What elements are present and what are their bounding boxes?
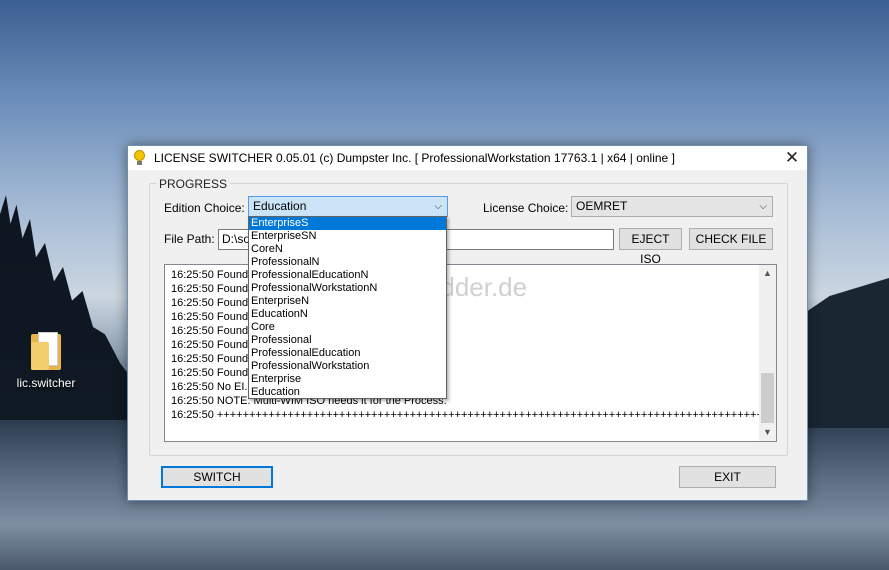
dropdown-option[interactable]: ProfessionalEducationN	[249, 269, 446, 282]
eject-iso-button[interactable]: EJECT ISO	[619, 228, 682, 266]
dropdown-option[interactable]: ProfessionalEducation	[249, 347, 446, 360]
exit-label: EXIT	[714, 470, 741, 484]
scroll-up-icon[interactable]: ▲	[759, 265, 776, 282]
desktop-icon-label: lic.switcher	[16, 376, 76, 390]
log-line: 16:25:50 +++++++++++++++++++++++++++++++…	[171, 409, 763, 421]
edition-choice-value: Education	[253, 199, 307, 213]
dropdown-option[interactable]: ProfessionalWorkstation	[249, 360, 446, 373]
chevron-down-icon: ⌵	[434, 201, 442, 212]
folder-icon	[31, 332, 61, 370]
check-file-label: CHECK FILE	[695, 232, 767, 246]
scroll-thumb[interactable]	[761, 373, 774, 423]
license-choice-value: OEMRET	[576, 199, 628, 213]
log-scrollbar[interactable]: ▲ ▼	[759, 265, 776, 441]
file-path-label: File Path:	[164, 232, 215, 246]
dropdown-option[interactable]: ProfessionalN	[249, 256, 446, 269]
app-lightbulb-icon	[134, 150, 146, 166]
dropdown-option[interactable]: EnterpriseN	[249, 295, 446, 308]
file-path-value: D:\so	[222, 232, 251, 246]
dropdown-option[interactable]: EducationN	[249, 308, 446, 321]
switch-label: SWITCH	[193, 470, 241, 484]
dropdown-option[interactable]: Enterprise	[249, 373, 446, 386]
progress-group-label: PROGRESS	[156, 177, 231, 191]
title-bar[interactable]: LICENSE SWITCHER 0.05.01 (c) Dumpster In…	[128, 146, 807, 170]
chevron-down-icon: ⌵	[759, 201, 767, 212]
desktop-icon-lic-switcher[interactable]: lic.switcher	[12, 332, 80, 390]
check-file-button[interactable]: CHECK FILE	[689, 228, 773, 250]
license-switcher-window: LICENSE SWITCHER 0.05.01 (c) Dumpster In…	[127, 145, 808, 501]
dropdown-option[interactable]: ProfessionalWorkstationN	[249, 282, 446, 295]
dropdown-option[interactable]: Professional	[249, 334, 446, 347]
dropdown-option[interactable]: CoreN	[249, 243, 446, 256]
license-choice-label: License Choice:	[483, 201, 569, 215]
scroll-down-icon[interactable]: ▼	[759, 424, 776, 441]
dropdown-option[interactable]: Core	[249, 321, 446, 334]
edition-choice-combobox[interactable]: Education ⌵	[248, 196, 448, 217]
edition-choice-dropdown-list[interactable]: EnterpriseS EnterpriseSN CoreN Professional…	[248, 216, 447, 399]
dropdown-option[interactable]: EnterpriseS	[249, 217, 446, 230]
close-button[interactable]: ✕	[777, 146, 807, 170]
edition-choice-label: Edition Choice:	[164, 201, 245, 215]
switch-button[interactable]: SWITCH	[161, 466, 273, 488]
exit-button[interactable]: EXIT	[679, 466, 776, 488]
close-icon: ✕	[784, 148, 800, 167]
license-choice-combobox[interactable]: OEMRET ⌵	[571, 196, 773, 217]
dropdown-option[interactable]: EnterpriseSN	[249, 230, 446, 243]
window-title: LICENSE SWITCHER 0.05.01 (c) Dumpster In…	[154, 151, 675, 165]
dropdown-option[interactable]: Education	[249, 386, 446, 398]
